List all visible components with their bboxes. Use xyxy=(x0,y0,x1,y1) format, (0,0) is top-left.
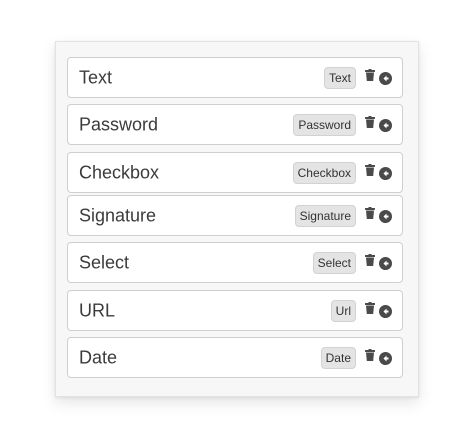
field-label: URL xyxy=(79,300,116,320)
field-item-date[interactable]: Date Date xyxy=(67,337,403,378)
field-label: Date xyxy=(79,347,118,367)
trash-icon[interactable] xyxy=(365,301,375,314)
field-actions: Date xyxy=(320,346,392,369)
field-label: Password xyxy=(79,114,159,134)
field-item-select[interactable]: Select Select xyxy=(67,242,403,283)
circle-arrow-left-icon[interactable] xyxy=(379,72,392,85)
field-type-badge: Date xyxy=(320,346,356,369)
trash-icon[interactable] xyxy=(365,163,375,176)
field-type-badge: Url xyxy=(330,299,356,322)
trash-icon[interactable] xyxy=(365,115,375,128)
field-item-checkbox[interactable]: Checkbox Checkbox xyxy=(67,152,403,193)
field-actions: Select xyxy=(312,251,392,274)
circle-arrow-left-icon[interactable] xyxy=(379,257,392,270)
field-actions: Password xyxy=(293,113,392,136)
field-label: Text xyxy=(79,67,113,87)
circle-arrow-left-icon[interactable] xyxy=(379,210,392,223)
circle-arrow-left-icon[interactable] xyxy=(379,305,392,318)
circle-arrow-left-icon[interactable] xyxy=(379,352,392,365)
field-label: Select xyxy=(79,252,130,272)
circle-arrow-left-icon[interactable] xyxy=(379,167,392,180)
trash-icon[interactable] xyxy=(365,348,375,361)
field-type-badge: Password xyxy=(293,113,356,136)
field-item-url[interactable]: URL Url xyxy=(67,290,403,331)
field-type-badge: Checkbox xyxy=(292,161,356,184)
trash-icon[interactable] xyxy=(365,253,375,266)
trash-icon[interactable] xyxy=(365,206,375,219)
field-actions: Text xyxy=(323,66,392,89)
field-type-badge: Signature xyxy=(294,204,356,227)
field-item-text[interactable]: Text Text xyxy=(67,57,403,98)
field-item-signature[interactable]: Signature Signature xyxy=(67,195,403,236)
field-actions: Signature xyxy=(294,204,392,227)
circle-arrow-left-icon[interactable] xyxy=(379,119,392,132)
field-label: Signature xyxy=(79,205,157,225)
field-label: Checkbox xyxy=(79,162,160,182)
field-actions: Url xyxy=(330,299,392,322)
field-actions: Checkbox xyxy=(292,161,392,184)
field-type-badge: Text xyxy=(323,66,356,89)
field-item-password[interactable]: Password Password xyxy=(67,104,403,145)
field-list-panel: Text Text Password Password Checkbox Che… xyxy=(55,41,419,397)
field-type-badge: Select xyxy=(312,251,356,274)
trash-icon[interactable] xyxy=(365,68,375,81)
